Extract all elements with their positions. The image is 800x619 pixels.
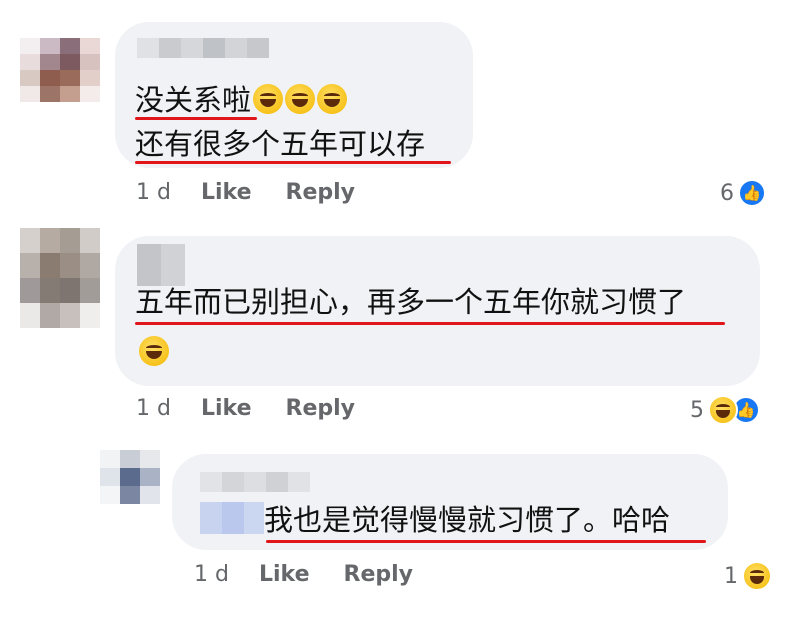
timestamp[interactable]: 1 d: [136, 396, 171, 421]
red-underline: [135, 117, 257, 120]
comment-actions: 1 d Like Reply: [194, 562, 447, 587]
comment-actions: 1 d Like Reply: [136, 180, 389, 205]
haha-icon: [708, 395, 738, 425]
reaction-count: 6: [720, 180, 734, 206]
timestamp[interactable]: 1 d: [194, 562, 229, 587]
red-underline: [135, 322, 725, 325]
red-underline: [266, 540, 706, 543]
comment-text-line: 五年而已别担心，再多一个五年你就习惯了: [135, 285, 687, 319]
like-button[interactable]: Like: [201, 396, 252, 421]
red-underline: [135, 161, 451, 164]
laughing-tears-emoji-icon: [139, 336, 169, 366]
avatar[interactable]: [20, 38, 100, 102]
commenter-name-blurred[interactable]: [200, 472, 310, 492]
reply-bubble: 我也是觉得慢慢就习惯了。哈哈: [172, 454, 728, 550]
commenter-name-blurred[interactable]: [137, 38, 269, 58]
reply-button[interactable]: Reply: [286, 396, 356, 421]
rofl-emoji-icon: [285, 84, 316, 114]
comment-actions: 1 d Like Reply: [136, 396, 389, 421]
comment-bubble: 没关系啦 还有很多个五年可以存: [115, 22, 473, 168]
like-button[interactable]: Like: [201, 180, 252, 205]
comment-text-line: 还有很多个五年可以存: [135, 127, 426, 161]
reply-button[interactable]: Reply: [344, 562, 414, 587]
reaction-summary[interactable]: 1: [724, 561, 772, 591]
like-icon: 👍: [738, 179, 766, 207]
rofl-emoji-icon: [317, 84, 348, 114]
mention-tag-blurred[interactable]: [200, 502, 264, 534]
reaction-count: 5: [690, 397, 704, 423]
comment-text-line: 没关系啦: [135, 82, 348, 118]
timestamp[interactable]: 1 d: [136, 180, 171, 205]
like-button[interactable]: Like: [259, 562, 310, 587]
reply-text-line: 我也是觉得慢慢就习惯了。哈哈: [264, 503, 671, 537]
reaction-summary[interactable]: 5 👍: [690, 395, 760, 425]
haha-icon: [742, 561, 772, 591]
reply-button[interactable]: Reply: [286, 180, 356, 205]
reaction-summary[interactable]: 6 👍: [720, 179, 766, 207]
commenter-name-blurred[interactable]: [137, 244, 185, 286]
comment-bubble: 五年而已别担心，再多一个五年你就习惯了: [115, 236, 760, 386]
avatar[interactable]: [20, 228, 100, 328]
avatar[interactable]: [100, 450, 160, 504]
reaction-count: 1: [724, 563, 738, 589]
rofl-emoji-icon: [253, 84, 284, 114]
